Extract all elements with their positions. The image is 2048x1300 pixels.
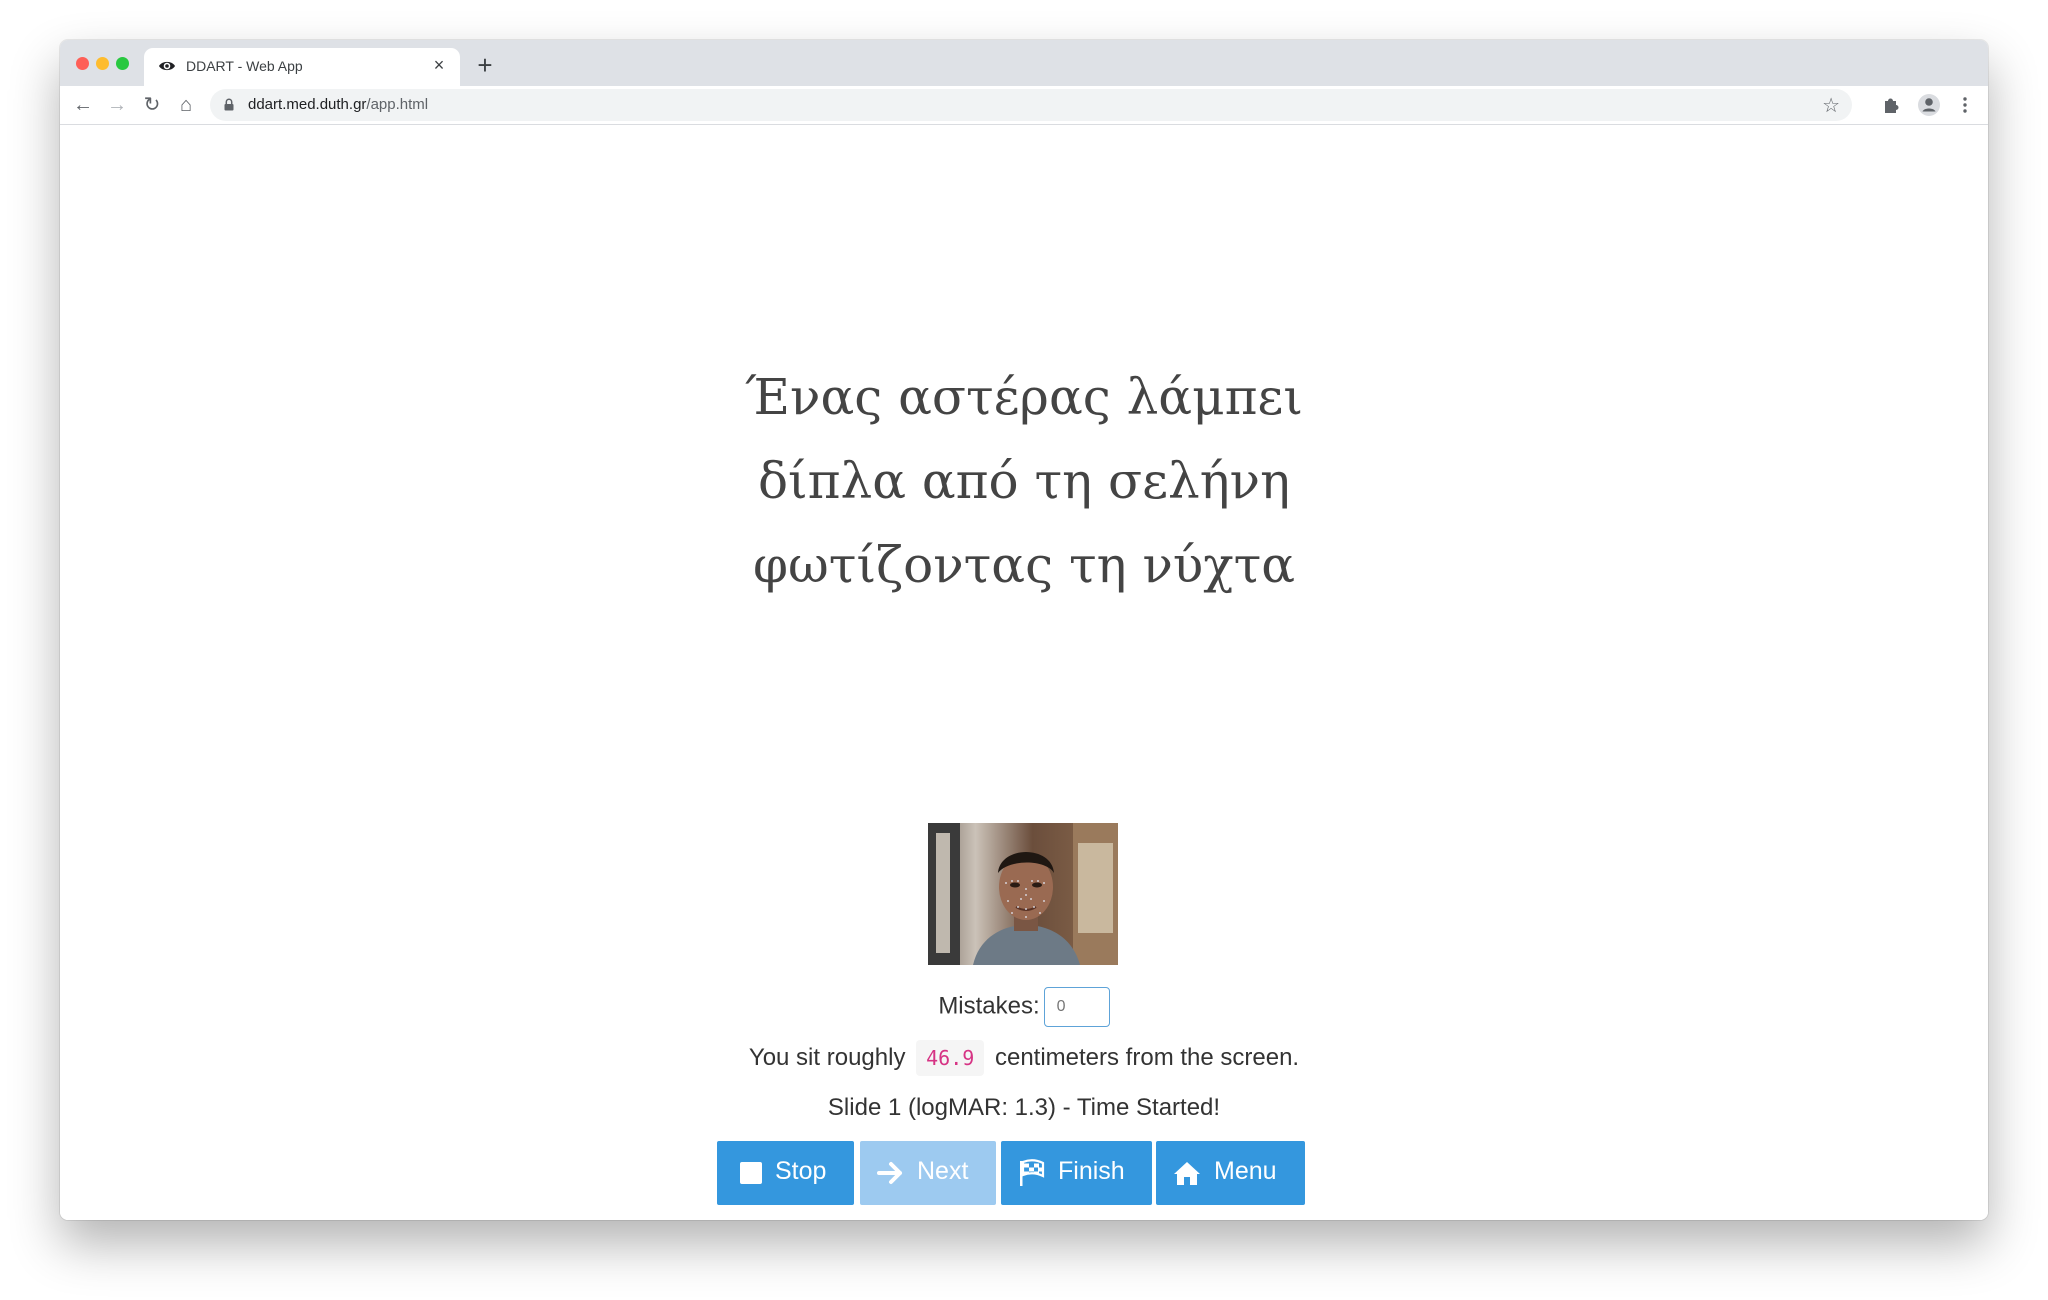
new-tab-button[interactable]: + [470,50,500,80]
profile-avatar-icon[interactable] [1916,92,1942,118]
page-content: Ένας αστέρας λάμπει δίπλα από τη σελήνη … [60,125,1988,1220]
distance-row: You sit roughly 46.9 centimeters from th… [60,1038,1988,1078]
url-text: ddart.med.duth.gr/app.html [248,96,428,113]
reload-icon[interactable]: ↻ [139,92,165,118]
reading-line-1: Ένας αστέρας λάμπει [745,368,1303,426]
browser-toolbar: ← → ↻ ⌂ ddart.med.duth.gr/app.html ☆ [60,86,1988,125]
browser-tab[interactable]: DDART - Web App × [144,48,460,86]
address-bar[interactable]: ddart.med.duth.gr/app.html ☆ [210,89,1852,121]
action-buttons: Stop Next Finish Menu [60,1141,1988,1205]
extensions-puzzle-icon[interactable] [1878,92,1904,118]
bookmark-star-icon[interactable]: ☆ [1822,93,1840,118]
forward-icon[interactable]: → [104,92,130,118]
slide-status: Slide 1 (logMAR: 1.3) - Time Started! [827,1094,1221,1121]
finish-button[interactable]: Finish [1001,1141,1152,1205]
mistakes-input[interactable]: 0 [1043,987,1110,1027]
webcam-face-image [928,823,1118,965]
menu-label: Menu [1214,1157,1277,1185]
tab-strip: DDART - Web App × + [60,40,1988,86]
eye-icon [159,61,175,71]
next-label: Next [917,1157,969,1185]
more-menu-icon[interactable] [1952,92,1978,118]
checkered-flag-icon [1020,1159,1045,1186]
arrow-right-icon [877,1162,902,1184]
distance-value: 46.9 [916,1040,985,1076]
back-icon[interactable]: ← [70,92,96,118]
stop-square-icon [740,1162,762,1184]
maximize-window-button[interactable] [116,57,129,70]
home-icon[interactable]: ⌂ [173,92,199,118]
url-domain: ddart.med.duth.gr [248,96,367,113]
minimize-window-button[interactable] [96,57,109,70]
distance-suffix: centimeters from the screen. [994,1044,1300,1071]
reading-line-3: φωτίζοντας τη νύχτα [753,536,1295,594]
distance-prefix: You sit roughly [748,1044,906,1071]
home-icon [1174,1162,1200,1185]
stop-button[interactable]: Stop [717,1141,854,1205]
mistakes-label: Mistakes: [938,992,1040,1020]
browser-window: DDART - Web App × + ← → ↻ ⌂ ddart.med.du… [60,40,1988,1220]
webcam-preview [928,823,1118,965]
reading-text: Ένας αστέρας λάμπει δίπλα από τη σελήνη … [60,355,1988,607]
next-button[interactable]: Next [860,1141,996,1205]
close-window-button[interactable] [76,57,89,70]
finish-label: Finish [1058,1157,1125,1185]
url-path: /app.html [366,96,429,113]
stop-label: Stop [775,1157,827,1185]
lock-icon [224,98,234,111]
reading-line-2: δίπλα από τη σελήνη [757,452,1291,510]
menu-button[interactable]: Menu [1156,1141,1305,1205]
tab-close-icon[interactable]: × [428,54,450,76]
tab-title: DDART - Web App [186,58,303,74]
mistakes-row: Mistakes: 0 [60,987,1988,1027]
